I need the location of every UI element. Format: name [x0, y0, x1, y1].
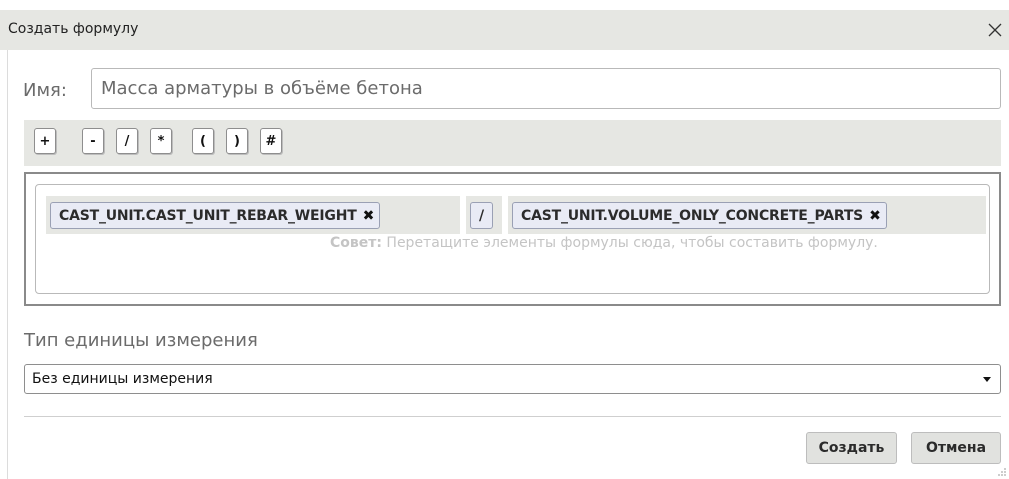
footer-divider: [24, 416, 1001, 417]
formula-editor[interactable]: Совет: Перетащите элементы формулы сюда,…: [24, 172, 1001, 306]
dialog-title: Создать формулу: [8, 21, 139, 37]
operator-multiply-button[interactable]: *: [150, 128, 172, 154]
chevron-down-icon: [983, 377, 991, 382]
formula-token-label: CAST_UNIT.CAST_UNIT_REBAR_WEIGHT: [59, 207, 357, 224]
operator-hash-button[interactable]: #: [260, 128, 282, 154]
formula-hint-label: Совет:: [330, 235, 382, 251]
formula-hint: Совет: Перетащите элементы формулы сюда,…: [330, 235, 878, 251]
operator-divide-button[interactable]: /: [116, 128, 138, 154]
formula-token-slot: CAST_UNIT.VOLUME_ONLY_CONCRETE_PARTS ✖: [508, 196, 986, 234]
operator-open-paren-button[interactable]: (: [192, 128, 214, 154]
close-button[interactable]: [981, 16, 1009, 44]
remove-token-icon[interactable]: ✖: [869, 208, 881, 224]
resize-grip-icon[interactable]: [997, 467, 1007, 477]
remove-token-icon[interactable]: ✖: [363, 208, 375, 224]
formula-token-label: /: [479, 207, 484, 224]
formula-hint-text: Перетащите элементы формулы сюда, чтобы …: [381, 235, 878, 251]
unit-type-select[interactable]: Без единицы измерения: [24, 364, 1001, 394]
operator-plus-button[interactable]: +: [34, 128, 56, 154]
formula-token[interactable]: CAST_UNIT.VOLUME_ONLY_CONCRETE_PARTS ✖: [512, 202, 887, 229]
close-icon: [988, 23, 1002, 37]
operator-close-paren-button[interactable]: ): [226, 128, 248, 154]
name-label: Имя:: [23, 80, 67, 101]
unit-type-value: Без единицы измерения: [32, 371, 213, 387]
formula-token[interactable]: CAST_UNIT.CAST_UNIT_REBAR_WEIGHT ✖: [50, 202, 381, 229]
formula-token-label: CAST_UNIT.VOLUME_ONLY_CONCRETE_PARTS: [521, 207, 864, 224]
formula-token-slot: /: [466, 196, 502, 234]
name-input[interactable]: [91, 68, 1001, 109]
formula-operator-token[interactable]: /: [470, 202, 493, 229]
cancel-button[interactable]: Отмена: [911, 432, 1001, 464]
operator-minus-button[interactable]: -: [82, 128, 104, 154]
unit-type-label: Тип единицы измерения: [24, 330, 258, 351]
create-button[interactable]: Создать: [806, 432, 897, 464]
formula-drop-area[interactable]: Совет: Перетащите элементы формулы сюда,…: [35, 184, 990, 294]
formula-token-slot: CAST_UNIT.CAST_UNIT_REBAR_WEIGHT ✖: [46, 196, 460, 234]
operator-toolbar: + - / * ( ) #: [24, 120, 1001, 166]
dialog-titlebar: Создать формулу: [0, 10, 1009, 50]
